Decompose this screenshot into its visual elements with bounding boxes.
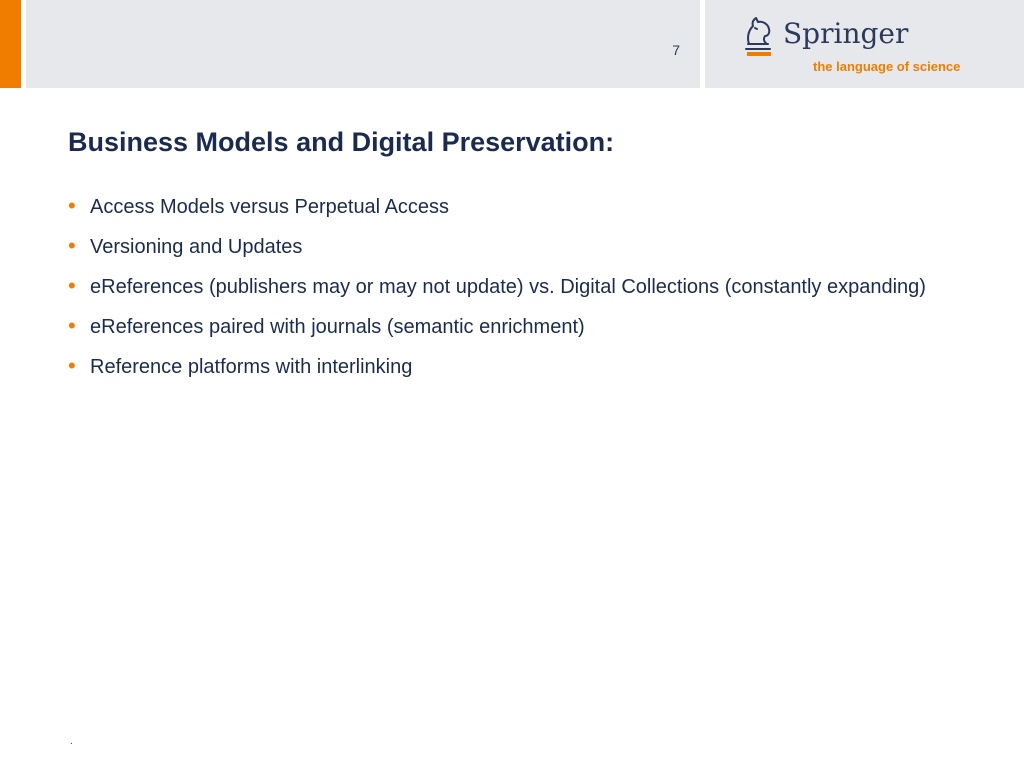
- chess-knight-icon: [745, 17, 771, 56]
- springer-logo: Springer the language of science: [705, 0, 1024, 88]
- bullet-item: • eReferences (publishers may or may not…: [68, 272, 948, 303]
- bullet-item: • Versioning and Updates: [68, 232, 948, 263]
- bullet-icon: •: [68, 233, 76, 258]
- bullet-item: • eReferences paired with journals (sema…: [68, 312, 948, 343]
- slide: 7 Springer the language of science Busin…: [0, 0, 1024, 768]
- logo-tagline: the language of science: [813, 59, 961, 74]
- page-number: 7: [672, 42, 680, 58]
- slide-title: Business Models and Digital Preservation…: [68, 127, 615, 157]
- bullet-icon: •: [68, 353, 76, 378]
- bullet-icon: •: [68, 273, 76, 298]
- bullet-icon: •: [68, 313, 76, 338]
- bullet-text: Versioning and Updates: [90, 236, 303, 258]
- bullet-text: eReferences paired with journals (semant…: [90, 316, 585, 338]
- header-band: 7: [26, 0, 700, 88]
- bullet-icon: •: [68, 193, 76, 218]
- bullet-item: • Access Models versus Perpetual Access: [68, 192, 948, 223]
- bullet-text: Reference platforms with interlinking: [90, 356, 413, 378]
- bullet-item: • Reference platforms with interlinking: [68, 352, 948, 383]
- footer-mark: .: [70, 736, 73, 747]
- bullet-text: Access Models versus Perpetual Access: [90, 196, 450, 218]
- bullet-list: • Access Models versus Perpetual Access …: [68, 192, 948, 392]
- accent-bar: [0, 0, 21, 88]
- logo-name: Springer: [783, 17, 909, 50]
- bullet-text: eReferences (publishers may or may not u…: [90, 276, 926, 298]
